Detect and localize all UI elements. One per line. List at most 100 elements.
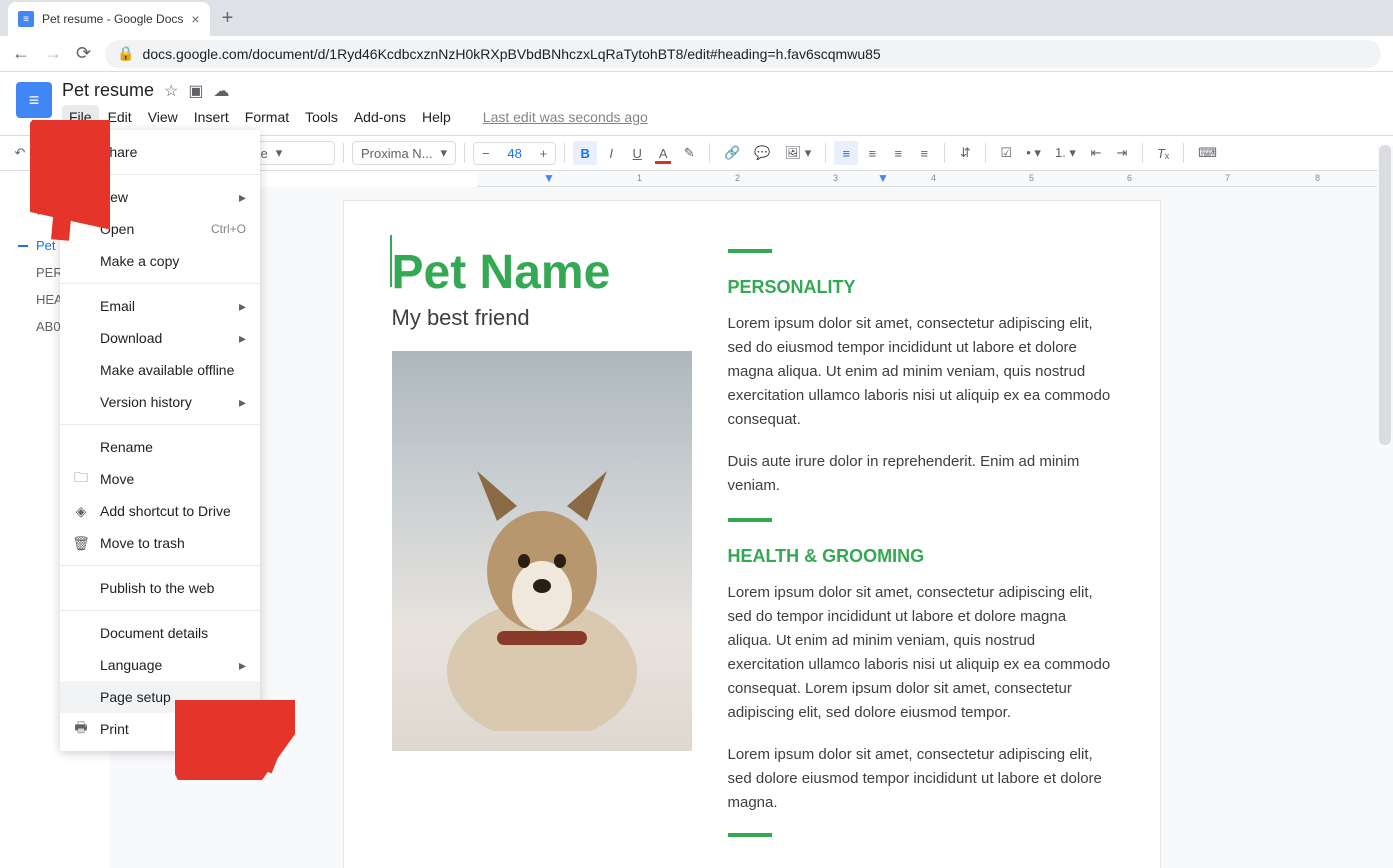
move-folder-icon[interactable]: ▣ [188, 81, 203, 101]
menu-item-offline[interactable]: Make available offline [60, 354, 260, 386]
outdent-button[interactable]: ⇤ [1084, 141, 1108, 165]
clear-formatting-button[interactable]: Tₓ [1151, 141, 1175, 165]
undo-button[interactable]: ↶ [8, 141, 32, 165]
new-tab-button[interactable]: + [210, 7, 246, 30]
menu-item-trash[interactable]: 🗑Move to trash [60, 527, 260, 559]
line-spacing-button[interactable]: ⇵ [953, 141, 977, 165]
highlight-button[interactable]: ✎ [677, 141, 701, 165]
menu-item-publish[interactable]: Publish to the web [60, 572, 260, 604]
input-tools-button[interactable]: ⌨ [1192, 141, 1223, 165]
menu-item-page-setup[interactable]: Page setup [60, 681, 260, 713]
bold-button[interactable]: B [573, 141, 597, 165]
menu-item-rename[interactable]: Rename [60, 431, 260, 463]
insert-link-button[interactable]: 🔗 [718, 141, 746, 165]
browser-tab[interactable]: ≡ Pet resume - Google Docs × [8, 2, 210, 36]
align-justify-button[interactable]: ≡ [912, 141, 936, 165]
menu-item-download[interactable]: Download▸ [60, 322, 260, 354]
browser-address-bar: ← → ⟳ 🔒 docs.google.com/document/d/1Ryd4… [0, 36, 1393, 72]
indent-button[interactable]: ⇥ [1110, 141, 1134, 165]
lock-icon: 🔒 [117, 45, 134, 62]
menu-bar: File Edit View Insert Format Tools Add-o… [62, 105, 1377, 129]
font-size-control: − 48 + [473, 142, 556, 165]
font-size-plus[interactable]: + [532, 143, 556, 164]
docs-logo-icon[interactable]: ≡ [16, 82, 52, 118]
document-title[interactable]: Pet resume [62, 80, 154, 101]
reload-button[interactable]: ⟳ [76, 43, 91, 64]
folder-icon: 🗀 [72, 470, 90, 488]
body-paragraph[interactable]: Duis aute irure dolor in reprehenderit. … [728, 450, 1112, 498]
menu-item-email[interactable]: Email▸ [60, 290, 260, 322]
chevron-right-icon: ▸ [239, 330, 246, 347]
menu-edit[interactable]: Edit [101, 105, 139, 129]
insert-comment-button[interactable]: 💬 [748, 141, 776, 165]
menu-item-open[interactable]: OpenCtrl+O [60, 213, 260, 245]
vertical-scrollbar[interactable] [1377, 145, 1393, 825]
menu-help[interactable]: Help [415, 105, 458, 129]
chevron-right-icon: ▸ [239, 298, 246, 315]
font-size-minus[interactable]: − [474, 143, 498, 164]
last-edit-link[interactable]: Last edit was seconds ago [476, 105, 655, 129]
horizontal-ruler[interactable]: ▼ ▼ 1 2 3 4 5 6 7 8 [477, 171, 1393, 187]
italic-button[interactable]: I [599, 141, 623, 165]
star-icon[interactable]: ☆ [164, 81, 178, 101]
section-heading[interactable]: HEALTH & GROOMING [728, 546, 1112, 567]
cloud-status-icon[interactable]: ☁ [214, 81, 230, 101]
menu-addons[interactable]: Add-ons [347, 105, 413, 129]
trash-icon: 🗑 [72, 534, 90, 552]
menu-item-print[interactable]: 🖶Print [60, 713, 260, 745]
dropdown-icon: ▾ [276, 145, 283, 161]
page-canvas[interactable]: Pet Name My best friend [110, 187, 1393, 868]
indent-marker-left[interactable]: ▼ [543, 171, 555, 185]
bullet-list-button[interactable]: • ▾ [1020, 141, 1047, 165]
menu-item-new[interactable]: New▸ [60, 181, 260, 213]
print-icon: 🖶 [72, 720, 90, 738]
menu-view[interactable]: View [141, 105, 185, 129]
menu-item-details[interactable]: Document details [60, 617, 260, 649]
menu-insert[interactable]: Insert [187, 105, 236, 129]
menu-item-version-history[interactable]: Version history▸ [60, 386, 260, 418]
menu-file[interactable]: File [62, 105, 99, 129]
menu-item-move[interactable]: 🗀Move [60, 463, 260, 495]
back-button[interactable]: ← [12, 43, 30, 64]
chevron-right-icon: ▸ [239, 657, 246, 674]
browser-tab-strip: ≡ Pet resume - Google Docs × + [0, 0, 1393, 36]
number-list-button[interactable]: 1. ▾ [1049, 141, 1082, 165]
insert-image-button[interactable]: 🖼 ▾ [779, 141, 818, 165]
section-heading[interactable]: PERSONALITY [728, 277, 1112, 298]
doc-subtitle[interactable]: My best friend [392, 305, 692, 331]
section-divider [728, 833, 772, 837]
scrollbar-thumb[interactable] [1379, 145, 1391, 445]
menu-item-share[interactable]: Share [60, 136, 260, 168]
forward-button[interactable]: → [44, 43, 62, 64]
menu-item-make-copy[interactable]: Make a copy [60, 245, 260, 277]
file-dropdown-menu: Share New▸ OpenCtrl+O Make a copy Email▸… [60, 130, 260, 751]
font-size-value[interactable]: 48 [498, 146, 532, 161]
indent-marker-right[interactable]: ▼ [877, 171, 889, 185]
document-page[interactable]: Pet Name My best friend [344, 201, 1160, 868]
checklist-button[interactable]: ☑ [994, 141, 1018, 165]
pet-image[interactable] [392, 351, 692, 751]
url-field[interactable]: 🔒 docs.google.com/document/d/1Ryd46Kcdbc… [105, 40, 1381, 68]
tab-title: Pet resume - Google Docs [42, 12, 183, 26]
menu-tools[interactable]: Tools [298, 105, 345, 129]
doc-heading-title[interactable]: Pet Name [392, 249, 692, 297]
body-paragraph[interactable]: Lorem ipsum dolor sit amet, consectetur … [728, 581, 1112, 725]
url-text: docs.google.com/document/d/1Ryd46Kcdbcxz… [143, 46, 881, 62]
chevron-right-icon: ▸ [239, 394, 246, 411]
redo-button[interactable]: ↷ [34, 141, 58, 165]
dog-illustration [432, 451, 652, 731]
align-center-button[interactable]: ≡ [860, 141, 884, 165]
menu-format[interactable]: Format [238, 105, 296, 129]
underline-button[interactable]: U [625, 141, 649, 165]
close-tab-icon[interactable]: × [191, 11, 199, 27]
body-paragraph[interactable]: Lorem ipsum dolor sit amet, consectetur … [728, 743, 1112, 815]
dropdown-icon: ▾ [441, 145, 448, 161]
font-family-select[interactable]: Proxima N... ▾ [352, 141, 456, 165]
align-left-button[interactable]: ≡ [834, 141, 858, 165]
menu-item-add-shortcut[interactable]: ◈Add shortcut to Drive [60, 495, 260, 527]
body-paragraph[interactable]: Lorem ipsum dolor sit amet, consectetur … [728, 312, 1112, 432]
text-color-button[interactable]: A [651, 141, 675, 165]
menu-item-language[interactable]: Language▸ [60, 649, 260, 681]
docs-header: ≡ Pet resume ☆ ▣ ☁ File Edit View Insert… [0, 72, 1393, 129]
align-right-button[interactable]: ≡ [886, 141, 910, 165]
